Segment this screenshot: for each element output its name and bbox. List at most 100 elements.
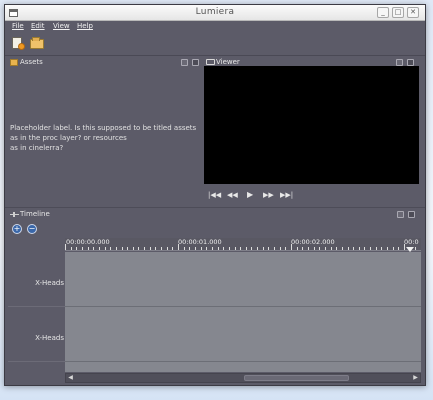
ruler-tick <box>132 247 134 250</box>
track-lane[interactable] <box>65 307 421 362</box>
zoom-out-button[interactable]: − <box>27 224 37 234</box>
ruler-tick <box>347 247 349 250</box>
ruler-tick <box>223 247 225 250</box>
ruler-tick <box>319 247 321 250</box>
ruler-tick <box>217 247 219 250</box>
ruler-tick <box>76 247 78 250</box>
timeline-icon <box>10 212 19 217</box>
assets-panel-lock-button[interactable] <box>181 59 188 66</box>
viewer-panel-close-button[interactable] <box>407 59 414 66</box>
ruler-tick <box>370 247 372 250</box>
ruler-tick <box>268 247 270 250</box>
ruler-tick <box>104 247 106 250</box>
ruler-tick <box>387 247 389 250</box>
ruler-tick <box>234 247 236 250</box>
ruler-tick <box>262 247 264 250</box>
timeline-panel-lock-button[interactable] <box>397 211 404 218</box>
track-header[interactable]: X-Heads <box>8 307 65 362</box>
menu-view[interactable]: View <box>53 22 70 30</box>
ruler-tick <box>110 247 112 250</box>
ruler-tick <box>161 247 163 250</box>
ruler-tick <box>138 247 140 250</box>
assets-panel-title: Assets <box>20 58 43 66</box>
ruler-tick <box>200 247 202 250</box>
ruler-tick <box>307 247 309 250</box>
ruler-tick <box>415 247 417 250</box>
ruler-tick <box>341 247 343 250</box>
track-label: X-Heads <box>35 279 64 287</box>
scroll-left-icon[interactable]: ◀ <box>66 374 75 382</box>
track-lane[interactable] <box>65 252 421 307</box>
forward-to-end-button[interactable]: ▶▶| <box>280 191 293 199</box>
viewer-display[interactable] <box>204 66 419 184</box>
ruler-tick <box>381 247 383 250</box>
viewer-panel-title: Viewer <box>216 58 240 66</box>
ruler-tick <box>194 247 196 250</box>
ruler-tick <box>279 247 281 250</box>
timeline-panel-header: Timeline <box>10 210 421 220</box>
track-header-spacer <box>8 362 65 372</box>
ruler-tick <box>240 247 242 250</box>
ruler-label: 00:0 <box>404 238 419 246</box>
time-ruler[interactable]: 00:00:00.000 00:00:01.000 00:00:02.000 0… <box>65 238 421 251</box>
ruler-tick <box>285 247 287 250</box>
ruler-tick <box>70 247 72 250</box>
zoom-in-button[interactable]: + <box>12 224 22 234</box>
monitor-icon <box>206 59 215 65</box>
close-button[interactable]: ✕ <box>407 7 419 18</box>
maximize-button[interactable]: □ <box>392 7 404 18</box>
menu-bar: File Edit View Help <box>5 21 425 32</box>
ruler-tick <box>358 247 360 250</box>
ruler-tick <box>115 247 117 250</box>
ruler-label: 00:00:01.000 <box>178 238 222 246</box>
track-header[interactable]: X-Heads <box>8 252 65 307</box>
scrollbar-thumb[interactable] <box>244 375 349 381</box>
ruler-tick <box>166 247 168 250</box>
title-bar[interactable]: Lumiera _ □ ✕ <box>5 5 425 21</box>
ruler-tick <box>127 247 129 250</box>
assets-panel-header: Assets <box>10 58 200 68</box>
timeline-panel-close-button[interactable] <box>408 211 415 218</box>
timeline-horizontal-scrollbar[interactable]: ◀ ▶ <box>65 373 421 383</box>
ruler-tick <box>302 247 304 250</box>
menu-help[interactable]: Help <box>77 22 93 30</box>
rewind-to-start-button[interactable]: |◀◀ <box>208 191 221 199</box>
ruler-tick <box>404 244 405 250</box>
ruler-tick <box>155 247 157 250</box>
ruler-tick <box>228 247 230 250</box>
ruler-tick <box>121 247 123 250</box>
open-project-button[interactable] <box>29 36 45 51</box>
panel-divider[interactable] <box>5 207 425 208</box>
scroll-right-icon[interactable]: ▶ <box>411 374 420 382</box>
ruler-tick <box>375 247 377 250</box>
viewer-panel-lock-button[interactable] <box>396 59 403 66</box>
ruler-tick <box>87 247 89 250</box>
track-label: X-Heads <box>35 334 64 342</box>
fast-forward-button[interactable]: ▶▶ <box>263 191 274 199</box>
ruler-tick <box>211 247 213 250</box>
zoom-in-icon: + <box>13 224 21 233</box>
ruler-tick <box>149 247 151 250</box>
menu-edit[interactable]: Edit <box>31 22 45 30</box>
window-title: Lumiera <box>195 7 235 17</box>
ruler-label: 00:00:02.000 <box>291 238 335 246</box>
new-project-button[interactable] <box>10 36 26 51</box>
ruler-tick <box>178 244 179 250</box>
ruler-tick <box>172 247 174 250</box>
menu-file[interactable]: File <box>12 22 24 30</box>
ruler-tick <box>324 247 326 250</box>
rewind-button[interactable]: ◀◀ <box>227 191 238 199</box>
ruler-tick <box>274 247 276 250</box>
assets-panel-close-button[interactable] <box>192 59 199 66</box>
ruler-tick <box>296 247 298 250</box>
ruler-tick <box>257 247 259 250</box>
ruler-tick <box>144 247 146 250</box>
ruler-tick <box>98 247 100 250</box>
zoom-out-icon: − <box>28 224 36 233</box>
minimize-button[interactable]: _ <box>377 7 389 18</box>
ruler-tick <box>313 247 315 250</box>
ruler-tick <box>291 244 292 250</box>
ruler-tick <box>251 247 253 250</box>
play-button[interactable]: ▶ <box>247 190 253 199</box>
ruler-tick <box>65 244 66 250</box>
